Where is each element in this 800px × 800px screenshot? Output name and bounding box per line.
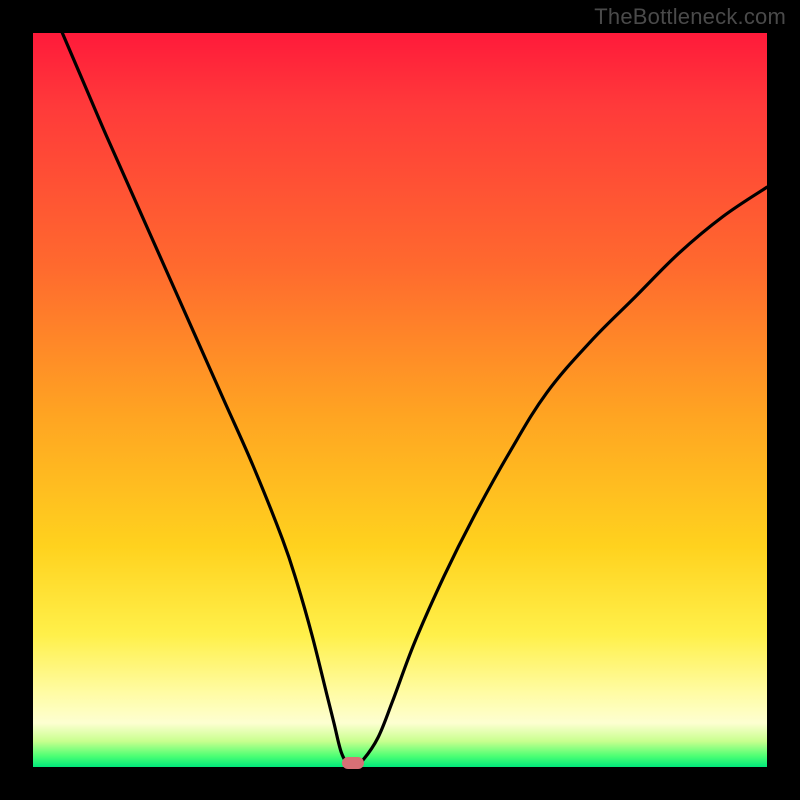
chart-frame: TheBottleneck.com: [0, 0, 800, 800]
bottleneck-curve: [33, 33, 767, 767]
plot-area: [33, 33, 767, 767]
watermark-text: TheBottleneck.com: [594, 4, 786, 30]
optimum-marker: [342, 757, 364, 769]
